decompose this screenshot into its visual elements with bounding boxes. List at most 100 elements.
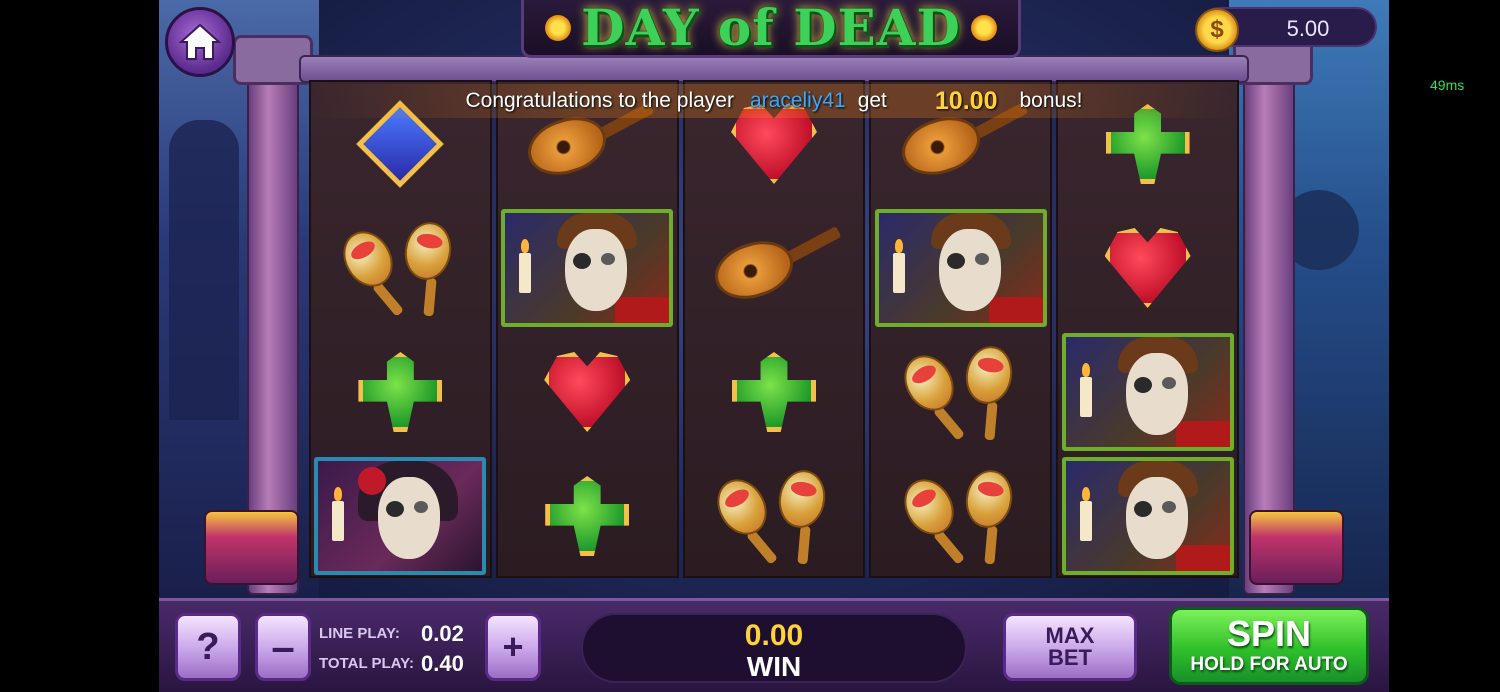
reel-cell (685, 206, 864, 330)
reel-cell (1058, 330, 1237, 454)
maraca (894, 470, 964, 544)
banner-prefix: Congratulations to the player (465, 89, 734, 112)
maraca (961, 342, 1017, 408)
right-altar-icon (1249, 510, 1344, 585)
club-symbol-icon (355, 349, 445, 435)
max-bet-label-line1: MAX (1045, 623, 1095, 648)
skull-face (378, 477, 441, 559)
reel-1 (309, 80, 492, 578)
candle-icon (1079, 363, 1092, 417)
shirt (1175, 545, 1230, 571)
home-icon (179, 23, 221, 60)
catrina-symbol-icon (314, 457, 487, 575)
club-symbol-icon (729, 349, 819, 435)
shirt (1175, 421, 1230, 447)
heart-symbol-icon (544, 352, 631, 432)
reel-cell (871, 206, 1050, 330)
maraca (333, 222, 403, 296)
line-play-label: LINE PLAY: (319, 625, 400, 642)
calavera-man-symbol-icon (874, 209, 1047, 327)
calavera-man-symbol-icon (1061, 333, 1234, 451)
banner-amount: 10.00 (934, 86, 998, 115)
home-button[interactable] (165, 7, 235, 77)
reel-cell (311, 330, 490, 454)
guitar-neck (784, 226, 842, 264)
guitar-body (894, 107, 988, 185)
banner-suffix: bonus! (1019, 89, 1083, 112)
maraca-handle (423, 277, 438, 317)
reel-cell (498, 206, 677, 330)
reel-top-beam (299, 55, 1249, 83)
line-play-value: 0.02 (421, 621, 464, 646)
spin-hold-label: HOLD FOR AUTO (1190, 654, 1348, 675)
help-button[interactable]: ? (175, 613, 241, 681)
decrease-bet-button[interactable]: – (255, 613, 311, 681)
max-bet-label-line2: BET (1048, 645, 1092, 670)
balance-value: 5.00 (1286, 16, 1330, 41)
win-value: 0.00 (744, 619, 804, 652)
maracas-symbol-icon (894, 342, 1026, 442)
banner-middle: get (857, 89, 887, 112)
reel-2 (495, 80, 679, 578)
reels[interactable] (309, 80, 1239, 578)
maraca (774, 466, 830, 532)
maracas-symbol-icon (333, 218, 465, 318)
candle-icon (332, 487, 345, 541)
increase-bet-button[interactable]: + (485, 613, 541, 681)
guitar-symbol-icon (707, 226, 842, 309)
calavera-man-symbol-icon (501, 209, 674, 327)
screen: DAY of DEAD $ 5.00 Congratulations to th… (0, 0, 1500, 692)
maraca (894, 346, 964, 420)
banner-player-name: araceliy41 (749, 89, 846, 112)
maracas-symbol-icon (707, 466, 839, 566)
calavera-man-symbol-icon (1061, 457, 1234, 575)
reel-cell (685, 330, 864, 454)
reel-cell (871, 330, 1050, 454)
candle-icon (1079, 487, 1092, 541)
game-title-board: DAY of DEAD (521, 0, 1021, 58)
candle-icon (519, 239, 532, 293)
coin-icon: $ (1195, 8, 1239, 52)
reel-4 (869, 80, 1053, 578)
slot-game: DAY of DEAD $ 5.00 Congratulations to th… (159, 0, 1389, 692)
reel-cell (498, 454, 677, 578)
reel-5 (1056, 80, 1239, 578)
reel-cell (1058, 454, 1237, 578)
maraca-handle (797, 525, 811, 565)
reel-cell (871, 454, 1050, 578)
balance-display: $ 5.00 (1195, 7, 1377, 52)
maraca-handle (372, 281, 405, 317)
guitar-body (520, 107, 614, 185)
haunted-house-icon (169, 120, 239, 420)
spin-button[interactable]: SPIN HOLD FOR AUTO (1169, 607, 1369, 685)
guitar-body (707, 231, 801, 309)
max-bet-button[interactable]: MAX BET (1003, 613, 1137, 681)
maraca-handle (984, 401, 998, 441)
win-announcement-banner: Congratulations to the player araceliy41… (309, 84, 1239, 118)
game-title: DAY of DEAD (581, 0, 961, 57)
shirt (615, 297, 670, 323)
guitar-symbol-icon (894, 102, 1029, 185)
maraca-handle (745, 529, 779, 565)
latency-indicator: 49ms (1430, 77, 1465, 93)
heart-symbol-icon (1104, 228, 1191, 308)
maraca (961, 466, 1017, 532)
club-shape (545, 476, 630, 556)
maraca (707, 470, 777, 544)
left-altar-icon (204, 510, 299, 585)
total-play-label: TOTAL PLAY: (319, 655, 415, 672)
reel-cell (1058, 206, 1237, 330)
guitar-symbol-icon (520, 102, 655, 185)
reel-cell (311, 454, 490, 578)
club-shape (731, 352, 816, 432)
win-display: 0.00 WIN (581, 613, 967, 683)
maraca-handle (984, 525, 998, 565)
candle-icon (892, 239, 905, 293)
maracas-symbol-icon (894, 466, 1026, 566)
marigold-right-icon (970, 14, 997, 41)
reel-cell (685, 454, 864, 578)
win-label: WIN (746, 651, 802, 682)
club-symbol-icon (542, 473, 632, 559)
spin-label: SPIN (1226, 613, 1312, 654)
maraca (400, 218, 457, 284)
